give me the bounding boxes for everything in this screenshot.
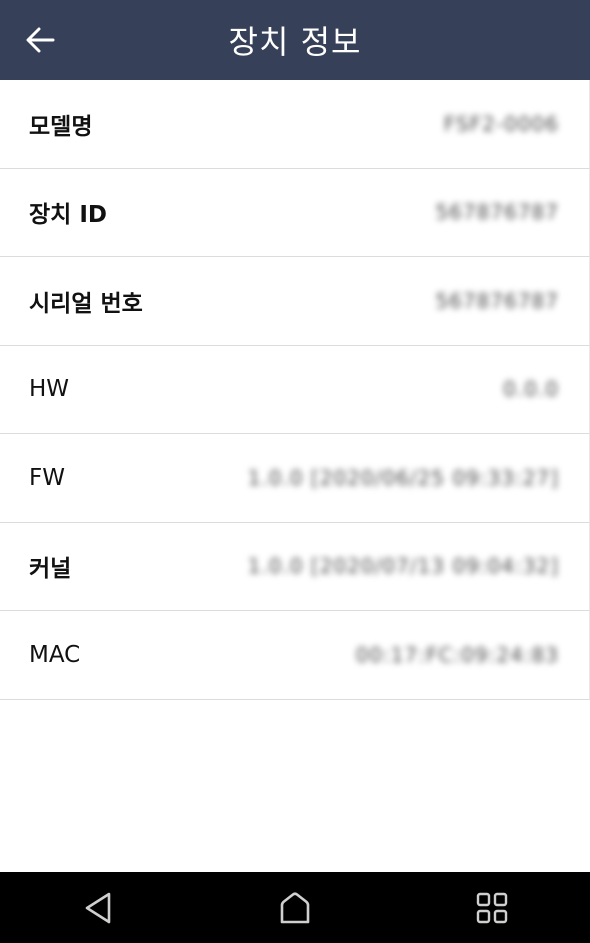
system-navigation-bar <box>0 872 590 943</box>
info-value: 1.0.0 [2020/07/13 09:04:32] <box>247 554 559 579</box>
info-row-device-id: 장치 ID 567876787 <box>0 168 590 257</box>
info-label: 장치 ID <box>29 202 107 229</box>
info-row-hw: HW 0.0.0 <box>0 345 590 434</box>
info-value: 00:17:FC:09:24:83 <box>355 642 559 667</box>
info-row-kernel: 커널 1.0.0 [2020/07/13 09:04:32] <box>0 522 590 611</box>
info-value: 567876787 <box>435 288 559 313</box>
info-label: 커널 <box>29 556 72 583</box>
info-value: 567876787 <box>435 200 559 225</box>
page-title: 장치 정보 <box>228 23 362 61</box>
info-label: 모델명 <box>29 113 93 140</box>
info-value: 1.0.0 [2020/06/25 09:33:27] <box>247 465 559 490</box>
device-info-list: 모델명 FSF2-0006 장치 ID 567876787 시리얼 번호 567… <box>0 80 590 700</box>
info-value: 0.0.0 <box>503 377 559 402</box>
info-row-serial: 시리얼 번호 567876787 <box>0 257 590 346</box>
grid-recents-icon <box>476 892 507 923</box>
header-bar: 장치 정보 <box>0 0 590 80</box>
info-label: MAC <box>29 641 81 668</box>
device-info-screen: 장치 정보 모델명 FSF2-0006 장치 ID 567876787 시리얼 … <box>0 0 590 943</box>
nav-back-button[interactable] <box>68 878 128 938</box>
triangle-back-icon <box>86 892 111 923</box>
info-label: FW <box>29 464 65 491</box>
back-arrow-icon <box>26 27 55 53</box>
info-label: 시리얼 번호 <box>29 290 143 317</box>
info-label: HW <box>29 376 70 403</box>
home-icon <box>280 891 310 923</box>
back-button[interactable] <box>18 18 62 62</box>
info-row-fw: FW 1.0.0 [2020/06/25 09:33:27] <box>0 434 590 523</box>
nav-recents-button[interactable] <box>462 878 522 938</box>
nav-home-button[interactable] <box>265 878 325 938</box>
info-value: FSF2-0006 <box>443 111 559 136</box>
info-row-model: 모델명 FSF2-0006 <box>0 80 590 169</box>
info-row-mac: MAC 00:17:FC:09:24:83 <box>0 611 590 700</box>
